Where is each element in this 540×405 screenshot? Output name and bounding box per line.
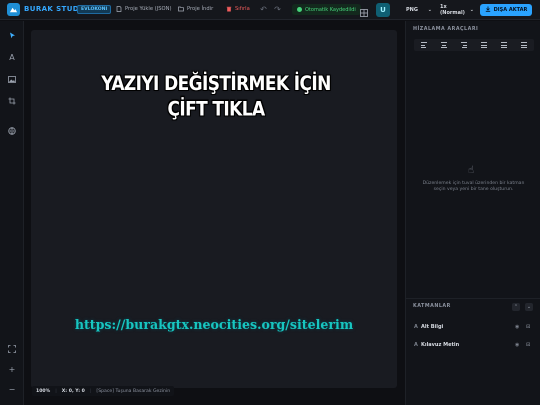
scale-value: 1x (Normal) [440,4,465,16]
layer-name: Kılavuz Metin [421,342,460,348]
headline-line-2: ÇİFT TIKLA [167,98,265,122]
align-tools [414,39,534,51]
scale-select[interactable]: 1x (Normal) ⌄ [436,4,478,16]
edition-badge: EVLOKONI [77,5,112,14]
grid-toggle-icon[interactable] [358,4,370,17]
text-tool-icon[interactable]: A [5,50,19,64]
crop-tool-icon[interactable] [5,94,19,108]
export-button[interactable]: DIŞA AKTAR [480,4,532,16]
fit-screen-icon[interactable] [5,342,19,356]
autosave-status: Otomatik Kaydedildi [292,4,361,15]
pointer-tool-icon[interactable] [5,28,19,42]
divider: | [89,388,92,394]
empty-selection-text: Düzenlemek için tuval üzerinden bir katm… [422,181,525,192]
file-icon [116,6,122,12]
eye-icon[interactable]: ◉ [515,342,519,348]
align-middle-icon[interactable] [501,42,507,48]
canvas-area: YAZIYI DEĞİŞTİRMEK İÇİN ÇİFT TIKLA https… [24,21,404,405]
headline-text-layer[interactable]: YAZIYI DEĞİŞTİRMEK İÇİN ÇİFT TIKLA [76,72,356,123]
undo-icon[interactable]: ↶ [258,4,269,15]
align-right-icon[interactable] [461,42,467,48]
layer-item[interactable]: A Kılavuz Metin ◉ ⊡ [406,338,540,352]
export-label: DIŞA AKTAR [493,7,528,13]
check-circle-icon [297,7,302,12]
layer-type-icon: A [414,324,418,330]
lock-icon[interactable]: ⊡ [526,342,530,348]
move-layer-down-icon[interactable]: ⌄ [525,303,533,311]
layer-type-icon: A [414,342,418,348]
format-select[interactable]: PNG ⌄ [402,4,436,16]
reset-button[interactable]: Sıfırla [226,6,250,12]
cursor-coordinates: X: 0, Y: 0 [61,388,85,394]
divider: | [55,388,57,394]
download-icon [485,6,491,14]
chevron-down-icon: ⌄ [469,7,474,13]
globe-icon[interactable] [5,124,19,138]
load-project-label: Proje Yükle (JSON) [125,6,172,12]
status-bar: 100% | X: 0, Y: 0 | [Space] Tuşuna Basar… [32,386,175,396]
headline-line-1: YAZIYI DEĞİŞTİRMEK İÇİN [101,72,331,96]
hand-pointer-icon: ☝ [468,165,475,176]
zoom-level: 100% [36,388,51,394]
image-tool-icon[interactable] [5,72,19,86]
app-window: BURAK STUDIO EVLOKONI Proje Yükle (JSON)… [0,0,540,405]
layer-item[interactable]: A Alt Bilgi ◉ ⊡ [406,320,540,334]
logo-icon [7,3,20,16]
eye-icon[interactable]: ◉ [515,324,519,330]
footer-url-text-layer[interactable]: https://burakgtx.neocities.org/sitelerim [51,317,377,332]
properties-panel: HİZALAMA ARAÇLARI ☝ Düzenlemek için tuva… [405,21,540,405]
chevron-down-icon: ⌄ [427,7,432,13]
left-toolbar: A + − [0,21,24,405]
download-project-label: Proje İndir [187,6,214,12]
align-top-icon[interactable] [481,42,487,48]
move-layer-up-icon[interactable]: ⌃ [512,303,520,311]
lock-icon[interactable]: ⊡ [526,324,530,330]
reset-label: Sıfırla [235,6,250,12]
top-bar: BURAK STUDIO EVLOKONI Proje Yükle (JSON)… [0,0,540,20]
design-canvas[interactable]: YAZIYI DEĞİŞTİRMEK İÇİN ÇİFT TIKLA https… [31,30,397,388]
align-section-title: HİZALAMA ARAÇLARI [413,27,479,32]
download-icon [178,6,184,12]
layers-section-title: KATMANLAR [413,304,451,309]
magnet-snap-button[interactable]: U [376,3,390,17]
format-value: PNG [406,7,418,13]
load-project-button[interactable]: Proje Yükle (JSON) [116,6,172,12]
redo-icon[interactable]: ↷ [272,4,283,15]
layer-name: Alt Bilgi [421,324,444,330]
align-left-icon[interactable] [421,42,427,48]
trash-icon [226,6,232,12]
zoom-out-icon[interactable]: − [5,382,19,396]
align-bottom-icon[interactable] [521,42,527,48]
navigation-hint: [Space] Tuşuna Basarak Gezinin [96,388,171,394]
layers-header: KATMANLAR ⌃ ⌄ [406,298,540,314]
autosave-label: Otomatik Kaydedildi [305,6,356,13]
download-project-button[interactable]: Proje İndir [178,6,213,12]
align-center-icon[interactable] [441,42,447,48]
zoom-in-icon[interactable]: + [5,362,19,376]
